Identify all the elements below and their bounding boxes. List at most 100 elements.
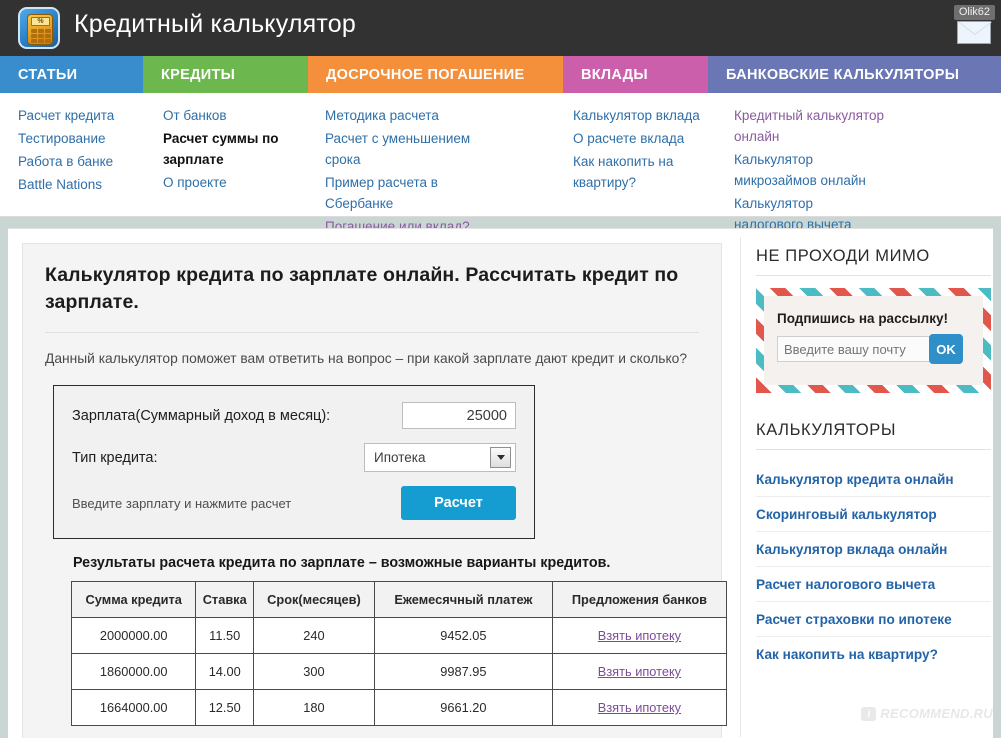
nav-tab-4[interactable]: ВКЛАДЫ [563,56,708,93]
nav-tab-label: ДОСРОЧНОЕ ПОГАШЕНИЕ [326,66,525,83]
table-row: 1860000.00 14.00 300 9987.95 Взять ипотеку [70,653,728,690]
submenu-link[interactable]: Пример расчета в Сбербанке [325,172,475,214]
submenu-link[interactable]: Кредитный калькулятор онлайн [734,105,884,147]
chevron-down-icon[interactable] [490,447,511,468]
main-column: Калькулятор кредита по зарплате онлайн. … [22,243,728,738]
watermark-text: RECOMMEND.RU [880,706,993,721]
promo-heading: НЕ ПРОХОДИ МИМО [756,247,930,265]
sidebar-calculator-link[interactable]: Расчет налогового вычета [756,567,991,602]
credit-type-label: Тип кредита: [72,449,158,466]
table-column-header: Срок(месяцев) [252,581,375,618]
sidebar-calculator-link[interactable]: Как накопить на квартиру? [756,637,991,671]
nav-tab-label: КРЕДИТЫ [161,66,236,83]
article-lead: Данный калькулятор поможет вам ответить … [45,351,688,366]
results-title: Результаты расчета кредита по зарплате –… [73,555,611,571]
subscribe-row: OK [777,334,974,364]
submenu-link[interactable]: Калькулятор вклада [573,105,723,126]
content-wrapper: Калькулятор кредита по зарплате онлайн. … [8,228,993,738]
page-root: % Кредитный калькулятор Olik62 СТАТЬИ КРЕ… [0,0,1001,738]
calculate-button[interactable]: Расчет [401,486,516,520]
calculators-heading: КАЛЬКУЛЯТОРЫ [756,421,897,439]
credit-type-select[interactable]: Ипотека [364,443,516,472]
take-mortgage-link[interactable]: Взять ипотеку [598,664,681,679]
take-mortgage-link[interactable]: Взять ипотеку [598,700,681,715]
site-title: Кредитный калькулятор [74,10,356,38]
promo-rule [756,275,991,276]
table-column-header: Ежемесячный платеж [373,581,553,618]
submenu-column-4: Калькулятор вклада О расчете вклада Как на… [573,105,723,195]
submenu: Расчет кредита Тестирование Работа в банке… [0,93,1001,276]
submenu-link[interactable]: О расчете вклада [573,128,723,149]
cell-payment: 9987.95 [373,653,553,690]
credit-type-value: Ипотека [374,450,426,465]
subscribe-box: Подпишись на рассылку! OK [756,288,991,393]
nav-tab-3[interactable]: ДОСРОЧНОЕ ПОГАШЕНИЕ [308,56,563,93]
submenu-link[interactable]: От банков [163,105,313,126]
cell-term: 300 [252,653,375,690]
cell-term: 240 [252,617,375,654]
submenu-link[interactable]: Методика расчета [325,105,475,126]
title-divider [45,332,699,333]
take-mortgage-link[interactable]: Взять ипотеку [598,628,681,643]
salary-label: Зарплата(Суммарный доход в месяц): [72,407,331,424]
subscribe-title: Подпишись на рассылку! [777,311,948,326]
cell-rate: 12.50 [195,689,254,726]
nav-tab-label: СТАТЬИ [18,66,78,83]
table-header-row: Сумма кредита Ставка Срок(месяцев) Ежемесяч… [70,581,728,618]
cell-rate: 14.00 [195,653,254,690]
cell-offer: Взять ипотеку [551,617,728,654]
results-table: Сумма кредита Ставка Срок(месяцев) Ежемесяч… [70,581,728,726]
user-name: Olik62 [953,5,995,20]
table-column-header: Предложения банков [551,581,728,618]
submenu-column-3: Методика расчета Расчет с уменьшением сро… [325,105,475,239]
user-chip[interactable]: Olik62 [953,2,995,44]
table-row: 2000000.00 11.50 240 9452.05 Взять ипотеку [70,617,728,654]
sidebar-calculator-link[interactable]: Скоринговый калькулятор [756,497,991,532]
nav-tab-label: БАНКОВСКИЕ КАЛЬКУЛЯТОРЫ [726,66,960,83]
nav-tab-2[interactable]: КРЕДИТЫ [143,56,308,93]
submenu-link[interactable]: Расчет кредита [18,105,114,126]
form-hint: Введите зарплату и нажмите расчет [72,495,292,511]
email-input[interactable] [777,336,937,362]
credit-type-row: Тип кредита: Ипотека [72,443,516,472]
submit-row: Введите зарплату и нажмите расчет Расчет [72,486,516,520]
main-nav: СТАТЬИ КРЕДИТЫ ДОСРОЧНОЕ ПОГАШЕНИЕ ВКЛАДЫ БА… [0,56,1001,93]
salary-input[interactable] [402,402,516,429]
submenu-link[interactable]: Работа в банке [18,151,114,172]
site-header: % Кредитный калькулятор Olik62 [0,0,1001,56]
sidebar-calculator-link[interactable]: Расчет страховки по ипотеке [756,602,991,637]
cell-offer: Взять ипотеку [551,653,728,690]
submenu-link[interactable]: Как накопить на квартиру? [573,151,723,193]
envelope-icon[interactable] [957,21,993,44]
submenu-column-2: От банков Расчет суммы по зарплате О проек… [163,105,313,195]
nav-tab-5[interactable]: БАНКОВСКИЕ КАЛЬКУЛЯТОРЫ [708,56,1001,93]
cell-term: 180 [252,689,375,726]
submenu-link[interactable]: Battle Nations [18,174,114,195]
calculators-list: Калькулятор кредита онлайн Скоринговый ка… [756,462,991,671]
salary-row: Зарплата(Суммарный доход в месяц): [72,402,516,429]
submenu-link[interactable]: Расчет с уменьшением срока [325,128,475,170]
sidebar-calculator-link[interactable]: Калькулятор вклада онлайн [756,532,991,567]
page-title: Калькулятор кредита по зарплате онлайн. … [45,264,679,313]
cell-amount: 1664000.00 [70,689,197,726]
table-column-header: Сумма кредита [70,581,197,618]
subscribe-ok-button[interactable]: OK [929,334,963,364]
watermark-badge: I [861,706,877,721]
submenu-link[interactable]: Калькулятор микрозаймов онлайн [734,149,884,191]
cell-payment: 9452.05 [373,617,553,654]
sidebar-calculator-link[interactable]: Калькулятор кредита онлайн [756,462,991,497]
calculator-form: Зарплата(Суммарный доход в месяц): Тип к… [53,385,535,539]
submenu-link[interactable]: Тестирование [18,128,114,149]
column-divider [740,237,741,737]
recommend-watermark: I RECOMMEND.RU [861,706,993,721]
nav-tab-1[interactable]: СТАТЬИ [0,56,143,93]
table-column-header: Ставка [195,581,254,618]
cell-payment: 9661.20 [373,689,553,726]
submenu-link[interactable]: Расчет суммы по зарплате [163,128,313,170]
cell-offer: Взять ипотеку [551,689,728,726]
calculator-icon: % [18,7,60,49]
cell-rate: 11.50 [195,617,254,654]
calculators-rule [756,449,991,450]
submenu-link[interactable]: О проекте [163,172,313,193]
submenu-column-1: Расчет кредита Тестирование Работа в банке… [18,105,114,197]
